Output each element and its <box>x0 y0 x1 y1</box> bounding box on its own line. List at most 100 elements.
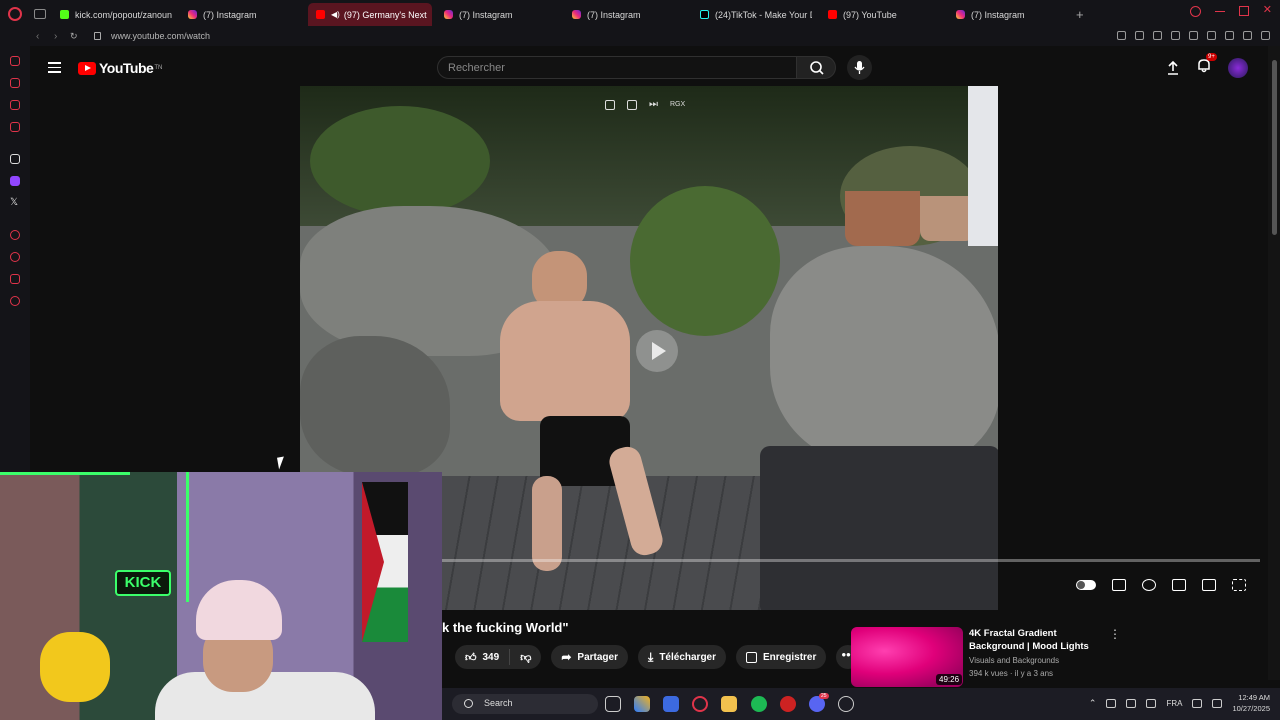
reload-icon[interactable]: ↻ <box>70 31 78 42</box>
thumbs-up-icon: 👍︎ <box>465 651 477 664</box>
new-tab-button[interactable]: + <box>1076 7 1084 22</box>
search-input[interactable]: Rechercher <box>437 56 797 79</box>
settings-gear-icon[interactable] <box>1142 579 1156 591</box>
task-view-icon[interactable] <box>605 696 621 712</box>
popout-icon[interactable] <box>605 99 615 110</box>
play-button-overlay[interactable] <box>636 330 678 372</box>
recommended-title[interactable]: 4K Fractal Gradient Background | Mood Li… <box>969 627 1109 653</box>
fullscreen-icon[interactable] <box>1232 579 1246 591</box>
search-button[interactable] <box>796 56 836 79</box>
settings-icon[interactable] <box>10 296 20 306</box>
speaker-icon[interactable]: ◀) <box>331 10 340 19</box>
player-icon[interactable] <box>10 230 20 240</box>
notifications-button[interactable]: 9+ <box>1196 53 1217 78</box>
theater-mode-icon[interactable] <box>1172 579 1186 591</box>
scrollbar-thumb[interactable] <box>1272 60 1277 235</box>
tab-youtube-active[interactable]: ◀) (97) Germany's Next <box>308 3 432 26</box>
subtitles-icon[interactable] <box>1112 579 1126 591</box>
cast-icon[interactable] <box>1202 579 1216 591</box>
upload-icon[interactable] <box>1166 60 1180 76</box>
video-menu-icon[interactable]: ⋮ <box>1109 627 1121 641</box>
tab-youtube[interactable]: (97) YouTube <box>820 3 944 26</box>
hamburger-menu-icon[interactable] <box>48 62 61 76</box>
autoplay-toggle[interactable] <box>1076 580 1096 590</box>
bookmark-icon[interactable] <box>1117 31 1126 40</box>
snapshot-icon[interactable] <box>1135 31 1144 40</box>
share-button[interactable]: ➦ Partager <box>551 645 628 669</box>
tab-islands-icon[interactable] <box>34 9 46 19</box>
download-button[interactable]: ⤓ Télécharger <box>638 645 727 669</box>
player-controls <box>440 555 1260 610</box>
messenger-icon[interactable] <box>10 100 20 110</box>
extensions-sidebar-icon[interactable] <box>10 274 20 284</box>
x-icon[interactable]: 𝕏 <box>10 198 20 208</box>
close-button[interactable]: ✕ <box>1263 5 1272 16</box>
download-icon[interactable] <box>1243 31 1252 40</box>
wallet-icon[interactable] <box>1225 31 1234 40</box>
tab-label: (24)TikTok - Make Your D <box>715 9 812 20</box>
play-icon[interactable] <box>1189 31 1198 40</box>
youtube-logo[interactable]: YouTube TN <box>78 60 162 76</box>
tab-instagram-2[interactable]: (7) Instagram <box>436 3 560 26</box>
video-frame-flowerpot <box>845 191 920 246</box>
opera-gx-taskbar-icon[interactable] <box>692 696 708 712</box>
kick-sidebar-icon[interactable] <box>10 154 20 164</box>
spotify-icon[interactable] <box>751 696 767 712</box>
file-explorer-icon[interactable] <box>721 696 737 712</box>
picture-in-picture-icon[interactable] <box>627 99 637 110</box>
browser-tab-bar: kick.com/popout/zanoun (7) Instagram ◀)(… <box>0 0 1280 28</box>
channel-name[interactable]: Visuals and Backgrounds <box>969 656 1059 665</box>
save-button[interactable]: Enregistrer <box>736 645 827 669</box>
menu-icon[interactable] <box>1261 31 1270 40</box>
network-icon[interactable] <box>1192 698 1203 708</box>
chevron-up-icon[interactable]: ⌃ <box>1089 698 1097 709</box>
back-button[interactable]: ‹ <box>36 31 39 42</box>
maximize-button[interactable] <box>1238 6 1249 16</box>
twitch-icon[interactable] <box>10 176 20 186</box>
dislike-button[interactable]: 👎︎ <box>510 651 541 664</box>
volume-icon[interactable] <box>1212 698 1223 708</box>
aria-icon[interactable] <box>10 56 20 66</box>
tab-kick[interactable]: kick.com/popout/zanoun <box>52 3 172 26</box>
url-field[interactable]: www.youtube.com/watch <box>111 31 210 41</box>
onedrive-icon[interactable] <box>1126 698 1137 708</box>
tab-instagram-1[interactable]: (7) Instagram <box>180 3 300 26</box>
like-count: 349 <box>482 651 500 663</box>
search-icon <box>810 61 824 75</box>
tray-app-icon[interactable] <box>1106 698 1117 708</box>
opera-logo-icon[interactable] <box>8 7 22 21</box>
skip-next-icon[interactable]: ⏭ <box>649 99 658 110</box>
minimize-button[interactable] <box>1214 11 1225 12</box>
progress-bar[interactable] <box>440 559 1260 562</box>
clock[interactable]: 12:49 AM 10/27/2025 <box>1232 692 1270 714</box>
history-icon[interactable] <box>10 252 20 262</box>
page-scrollbar[interactable] <box>1268 46 1280 680</box>
tab-instagram-4[interactable]: (7) Instagram <box>948 3 1072 26</box>
tiktok-icon <box>700 10 709 19</box>
like-button[interactable]: 👍︎ 349 <box>455 649 511 665</box>
tab-tiktok[interactable]: (24)TikTok - Make Your D <box>692 3 812 26</box>
gx-corner-icon[interactable] <box>10 78 20 88</box>
language-indicator[interactable]: FRA <box>1166 699 1182 708</box>
microphone-tray-icon[interactable] <box>1146 698 1157 708</box>
music-icon[interactable] <box>10 122 20 132</box>
copilot-icon[interactable] <box>634 696 650 712</box>
tab-label: (7) Instagram <box>459 9 513 20</box>
taskbar-search[interactable]: Search <box>452 694 598 714</box>
store-icon[interactable] <box>663 696 679 712</box>
steam-icon[interactable] <box>838 696 854 712</box>
recommended-video[interactable]: 49:26 4K Fractal Gradient Background | M… <box>851 627 1271 687</box>
voice-search-button[interactable] <box>847 55 872 80</box>
forward-button[interactable]: › <box>54 31 57 42</box>
lock-icon <box>94 32 101 40</box>
heart-icon[interactable] <box>1207 31 1216 40</box>
video-frame-bush <box>630 186 780 336</box>
youtube-icon <box>828 10 837 19</box>
tab-instagram-3[interactable]: (7) Instagram <box>564 3 688 26</box>
app-icon[interactable] <box>780 696 796 712</box>
search-tabs-icon[interactable] <box>1189 6 1201 17</box>
extensions-icon[interactable] <box>1171 31 1180 40</box>
rgx-button[interactable]: RGX <box>670 101 685 108</box>
avatar[interactable] <box>1228 57 1248 78</box>
adblock-icon[interactable] <box>1153 31 1162 40</box>
